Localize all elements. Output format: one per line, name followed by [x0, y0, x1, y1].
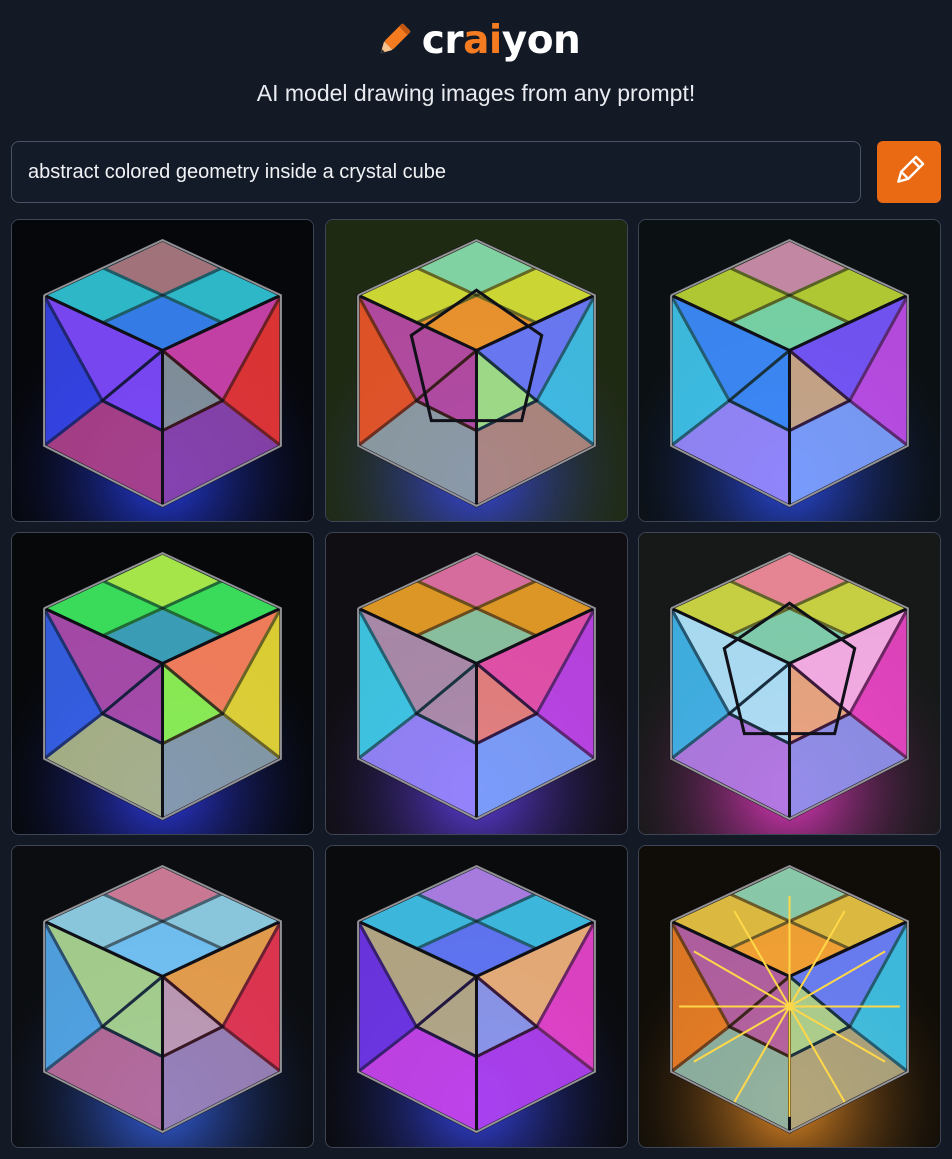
result-image-1[interactable] [11, 219, 314, 522]
result-image-3[interactable] [638, 219, 941, 522]
pencil-icon [372, 18, 416, 62]
crystal-artwork [12, 220, 313, 521]
crystal-artwork [639, 533, 940, 834]
pencil-icon [891, 153, 927, 192]
crystal-artwork [325, 846, 627, 1147]
crystal-artwork [639, 846, 940, 1147]
tagline: AI model drawing images from any prompt! [256, 80, 696, 106]
result-image-6[interactable] [638, 532, 941, 835]
crystal-artwork [639, 220, 940, 521]
logo-wordmark: craiyon [421, 17, 581, 63]
result-image-8[interactable] [324, 845, 628, 1148]
results-grid [11, 219, 941, 1148]
result-image-9[interactable] [638, 845, 941, 1148]
result-image-4[interactable] [11, 532, 314, 835]
crystal-artwork [12, 846, 313, 1147]
result-image-7[interactable] [11, 845, 314, 1148]
draw-button[interactable] [877, 141, 941, 203]
result-image-5[interactable] [324, 532, 628, 835]
crystal-artwork [12, 533, 313, 834]
crystal-artwork [325, 220, 627, 521]
craiyon-logo[interactable]: craiyon [0, 12, 952, 68]
result-image-2[interactable] [324, 219, 628, 522]
crystal-artwork [325, 533, 627, 834]
prompt-input[interactable] [11, 141, 861, 203]
